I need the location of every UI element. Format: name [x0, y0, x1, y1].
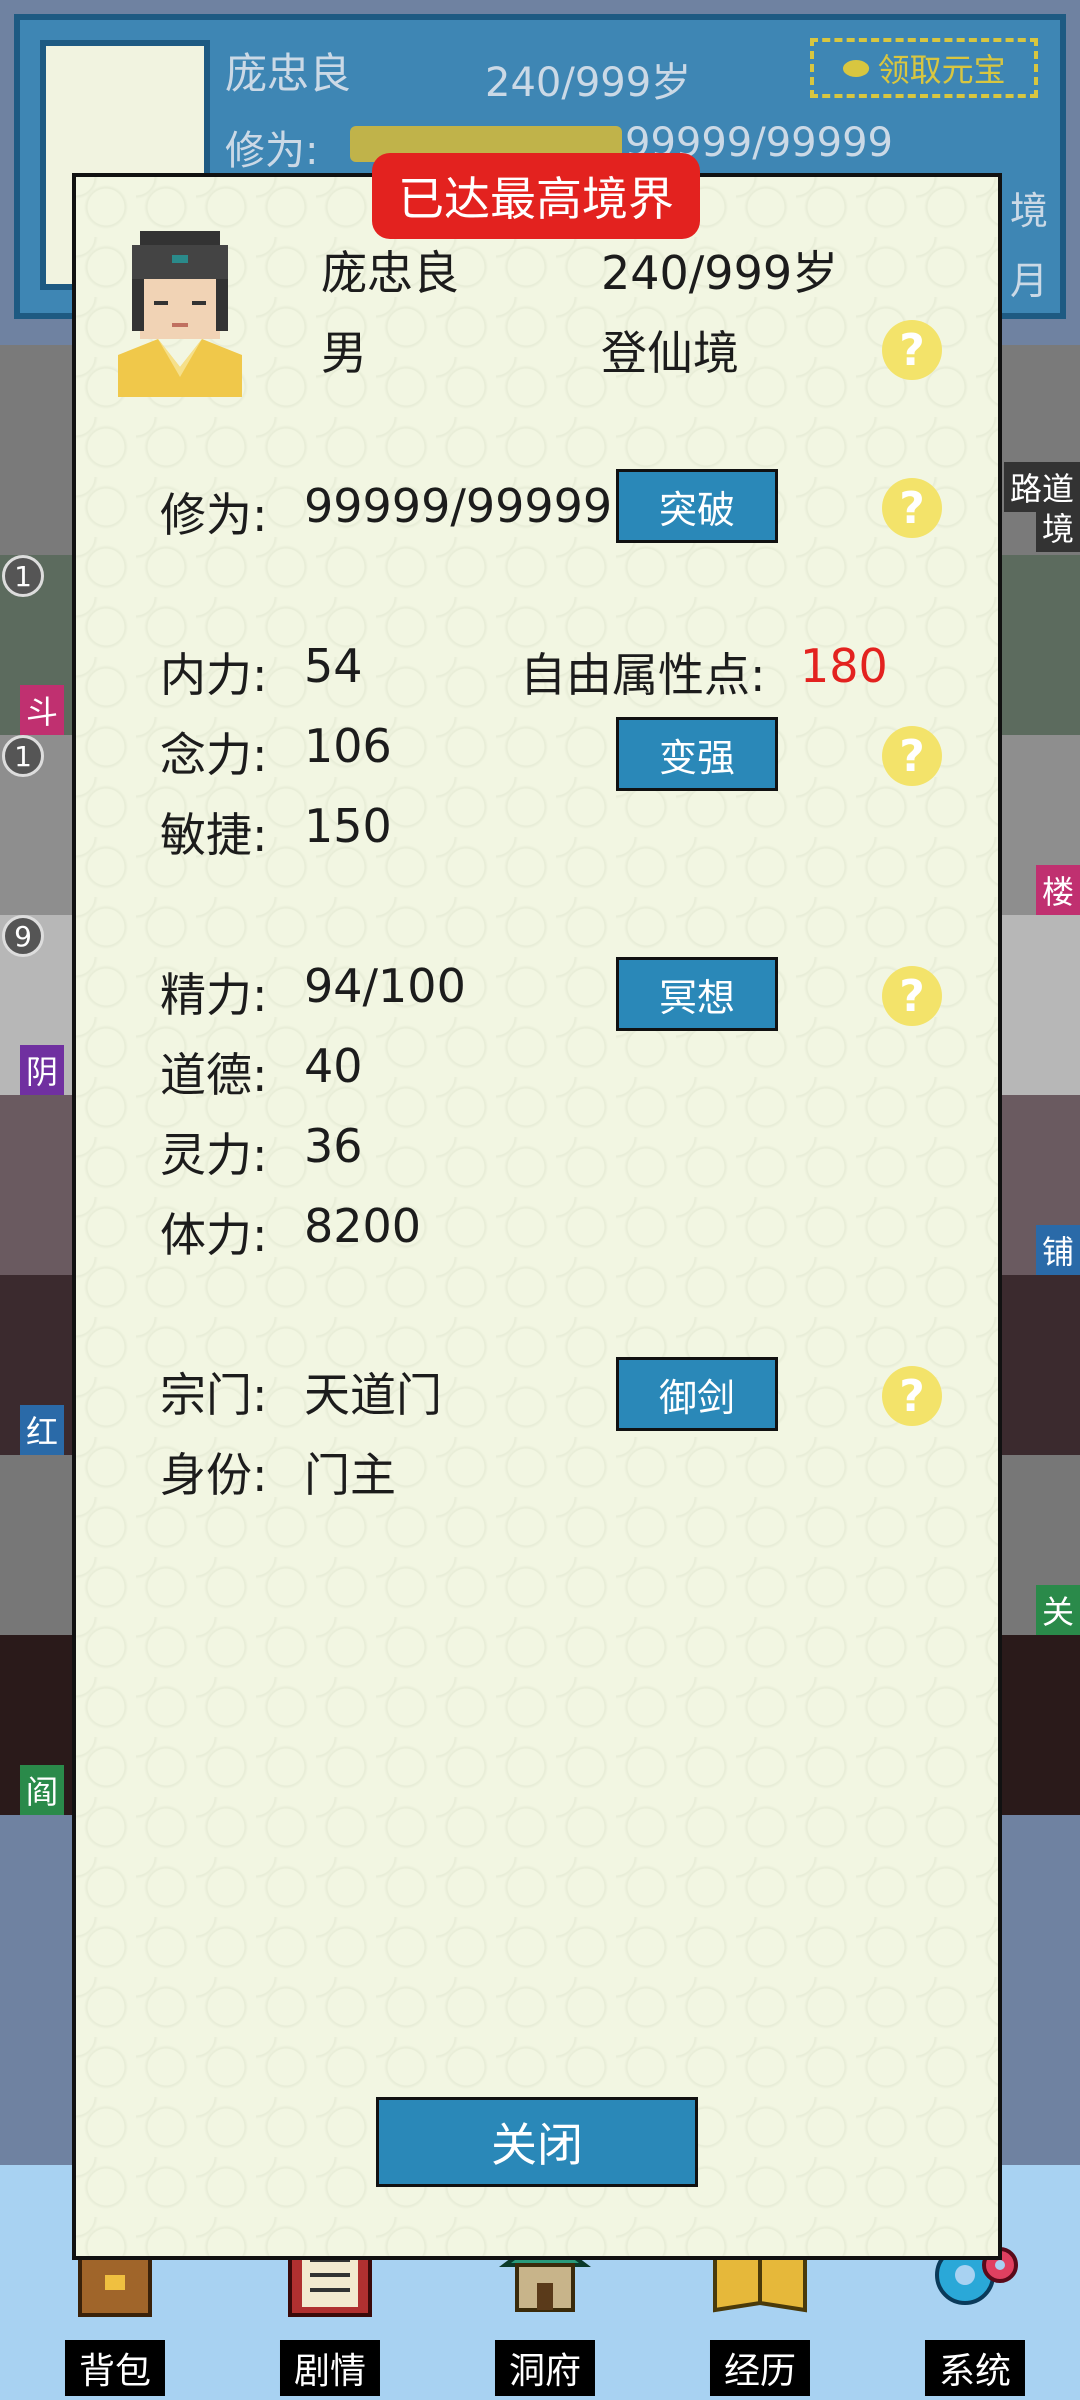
claim-ingot-label: 领取元宝 — [877, 51, 1006, 89]
help-cultivation-icon[interactable]: ? — [882, 478, 942, 538]
strengthen-button[interactable]: 变强 — [616, 717, 778, 791]
claim-ingot-button[interactable]: ⬬ 领取元宝 — [810, 38, 1038, 98]
daode-label: 道德: — [160, 1048, 268, 1102]
character-gender: 男 — [321, 326, 367, 380]
map-location-tag[interactable]: 楼 — [1035, 865, 1080, 915]
map-location-tag[interactable]: 铺 — [1035, 1225, 1080, 1275]
help-energy-icon[interactable]: ? — [882, 966, 942, 1026]
jingli-value: 94/100 — [304, 959, 466, 1013]
map-count-badge: 1 — [2, 555, 44, 597]
lingli-value: 36 — [304, 1119, 363, 1173]
map-location-tag[interactable]: 阴 — [20, 1045, 65, 1095]
nav-system-label: 系统 — [924, 2340, 1026, 2396]
tili-label: 体力: — [160, 1208, 268, 1262]
header-month-fragment: 月 — [1010, 259, 1049, 303]
sect-label: 宗门: — [160, 1368, 268, 1422]
help-realm-icon[interactable]: ? — [882, 320, 942, 380]
nav-backpack-label: 背包 — [64, 2340, 166, 2396]
nav-cave-dwelling-label: 洞府 — [494, 2340, 596, 2396]
nav-experience-label: 经历 — [709, 2340, 811, 2396]
cultivation-label: 修为: — [160, 488, 268, 542]
tili-value: 8200 — [304, 1199, 422, 1253]
minjie-label: 敏捷: — [160, 808, 268, 862]
help-attributes-icon[interactable]: ? — [882, 726, 942, 786]
nianli-value: 106 — [304, 719, 392, 773]
map-location-tag[interactable]: 斗 — [20, 685, 65, 735]
header-character-age: 240/999岁 — [485, 60, 692, 106]
character-info-dialog: 已达最高境界 庞忠良 240/999岁 男 登仙境 ? 修为: 99999/99… — [72, 157, 1002, 2260]
map-location-tag[interactable]: 关 — [1035, 1585, 1080, 1635]
character-realm: 登仙境 — [601, 326, 739, 380]
daode-value: 40 — [304, 1039, 363, 1093]
nianli-label: 念力: — [160, 728, 268, 782]
lingli-label: 灵力: — [160, 1128, 268, 1182]
character-name: 庞忠良 — [321, 246, 459, 300]
breakthrough-button[interactable]: 突破 — [616, 469, 778, 543]
map-count-badge: 9 — [2, 915, 44, 957]
map-count-badge: 1 — [2, 735, 44, 777]
header-character-name: 庞忠良 — [225, 49, 352, 98]
close-button[interactable]: 关闭 — [376, 2097, 698, 2187]
identity-value: 门主 — [304, 1448, 396, 1502]
identity-label: 身份: — [160, 1448, 268, 1502]
nav-story-label: 剧情 — [279, 2340, 381, 2396]
minjie-value: 150 — [304, 799, 392, 853]
help-sect-icon[interactable]: ? — [882, 1366, 942, 1426]
max-realm-ribbon: 已达最高境界 — [376, 157, 696, 235]
header-cultivation-label: 修为: — [225, 128, 319, 174]
free-points-label: 自由属性点: — [520, 648, 766, 702]
map-location-tag[interactable]: 红 — [20, 1405, 65, 1455]
sect-value: 天道门 — [304, 1368, 442, 1422]
jingli-label: 精力: — [160, 968, 268, 1022]
fly-sword-button[interactable]: 御剑 — [616, 1357, 778, 1431]
gold-ingot-icon: ⬬ — [842, 48, 870, 87]
character-avatar — [118, 231, 242, 397]
meditate-button[interactable]: 冥想 — [616, 957, 778, 1031]
map-sign-text: 境 — [1035, 502, 1080, 552]
map-location-tag[interactable]: 阎 — [20, 1765, 65, 1815]
header-realm-fragment: 境 — [1010, 189, 1049, 233]
neili-label: 内力: — [160, 648, 268, 702]
neili-value: 54 — [304, 639, 363, 693]
character-age: 240/999岁 — [601, 246, 839, 300]
cultivation-value: 99999/99999 — [304, 479, 613, 533]
free-points-value: 180 — [800, 639, 888, 693]
